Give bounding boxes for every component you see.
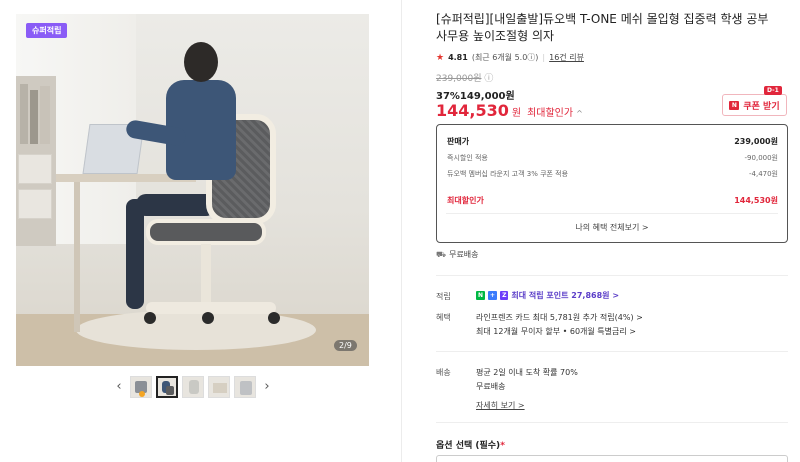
thumbnail[interactable] bbox=[234, 376, 256, 398]
thumbnail-strip: ‹ › bbox=[112, 376, 274, 398]
best-price-unit: 원 bbox=[511, 108, 522, 119]
price-row-sale: 판매가 239,000원 bbox=[447, 136, 778, 147]
price-row-instant-discount: 즉시할인 적용 -90,000원 bbox=[447, 153, 778, 163]
original-price-row: 239,000원 ⓘ bbox=[436, 71, 493, 84]
truck-icon: ⛟ bbox=[436, 249, 447, 259]
naver-n-icon: N bbox=[729, 100, 740, 110]
rating-detail: (최근 6개월 5.0ⓘ) bbox=[471, 53, 539, 62]
thumbnail[interactable] bbox=[182, 376, 204, 398]
price-box-divider bbox=[446, 213, 778, 214]
points-row[interactable]: N + Z 최대 적립 포인트 27,868원 > bbox=[476, 290, 619, 301]
image-person-thigh bbox=[136, 194, 216, 216]
image-chair-wheel bbox=[268, 312, 280, 324]
price-row-value: -90,000원 bbox=[744, 154, 778, 162]
delivery-label: 배송 bbox=[436, 368, 451, 377]
image-person-leg bbox=[126, 199, 144, 309]
discount-price: 37%149,000원 bbox=[436, 91, 515, 102]
image-rug bbox=[76, 310, 316, 350]
coupon-download-button[interactable]: N 쿠폰 받기 bbox=[722, 94, 787, 116]
required-mark: * bbox=[500, 441, 505, 451]
delivery-fee: 무료배송 bbox=[476, 382, 506, 391]
price-row-label: 최대할인가 bbox=[447, 196, 484, 205]
best-price-label: 최대할인가 bbox=[527, 108, 574, 119]
review-link[interactable]: 16건 리뷰 bbox=[549, 52, 584, 63]
installment-benefit-link[interactable]: 최대 12개월 무이자 할부 • 60개월 특별금리 > bbox=[476, 326, 636, 337]
membership-icon: Z bbox=[500, 291, 509, 300]
price-row-label: 듀오백 멤버십 라운지 고객 3% 쿠폰 적용 bbox=[447, 170, 569, 178]
product-title: [슈퍼적립][내일출발]듀오백 T-ONE 메쉬 몰입형 집중력 학생 공부 사… bbox=[436, 12, 769, 43]
price-breakdown-box: 판매가 239,000원 즉시할인 적용 -90,000원 듀오백 멤버십 라운… bbox=[436, 124, 788, 243]
price-row-label: 즉시할인 적용 bbox=[447, 154, 488, 162]
rating-score: 4.81 bbox=[448, 53, 468, 62]
column-divider bbox=[401, 0, 402, 462]
free-shipping-text: 무료배송 bbox=[449, 250, 479, 259]
original-price: 239,000원 bbox=[436, 74, 482, 84]
image-book bbox=[30, 90, 38, 144]
image-chair-wheel bbox=[144, 312, 156, 324]
delivery-details-link[interactable]: 자세히 보기 > bbox=[476, 400, 525, 411]
chevron-up-icon[interactable]: ^ bbox=[576, 109, 583, 118]
card-benefit-link[interactable]: 라인프렌즈 카드 최대 5,781원 추가 적립(4%) > bbox=[476, 312, 643, 323]
best-price-row[interactable]: 144,530 원 최대할인가 ^ bbox=[436, 101, 583, 120]
image-person-head bbox=[184, 42, 218, 82]
dday-badge: D-1 bbox=[764, 86, 782, 95]
image-chair-pole bbox=[201, 244, 211, 304]
price-row-value: 144,530원 bbox=[734, 196, 778, 205]
info-icon[interactable]: ⓘ bbox=[484, 74, 493, 84]
image-desk-leg bbox=[74, 182, 80, 332]
all-benefits-link[interactable]: 나의 혜택 전체보기 > bbox=[437, 222, 787, 233]
image-chair-seat bbox=[146, 219, 266, 245]
option-select-dropdown[interactable] bbox=[436, 455, 788, 462]
section-divider bbox=[436, 275, 788, 276]
thumbnail-active[interactable] bbox=[156, 376, 178, 398]
best-price: 144,530 bbox=[436, 101, 509, 120]
thumbnail[interactable] bbox=[130, 376, 152, 398]
image-storage-box bbox=[18, 189, 52, 219]
product-main-image[interactable] bbox=[16, 14, 369, 366]
price-row-label: 판매가 bbox=[447, 137, 470, 146]
delivery-estimate: 평균 2일 이내 도착 확률 70% bbox=[476, 368, 578, 377]
option-title-text: 옵션 선택 (필수) bbox=[436, 441, 501, 451]
coupon-button-label: 쿠폰 받기 bbox=[743, 101, 780, 112]
price-row-coupon: 듀오백 멤버십 라운지 고객 3% 쿠폰 적용 -4,470원 bbox=[447, 169, 778, 179]
max-points-text: 최대 적립 포인트 27,868원 > bbox=[511, 291, 620, 300]
free-shipping-summary: ⛟ 무료배송 bbox=[436, 249, 479, 260]
image-book bbox=[40, 86, 50, 144]
benefit-label: 혜택 bbox=[436, 313, 451, 322]
thumbnail[interactable] bbox=[208, 376, 230, 398]
thumb-next-arrow[interactable]: › bbox=[260, 377, 274, 397]
image-storage-box bbox=[18, 154, 52, 184]
rating-separator: | bbox=[542, 53, 546, 62]
image-chair-wheel bbox=[202, 312, 214, 324]
naver-plus-icon: + bbox=[488, 291, 498, 300]
thumb-prev-arrow[interactable]: ‹ bbox=[112, 377, 126, 397]
price-row-value: -4,470원 bbox=[748, 170, 778, 178]
points-label: 적립 bbox=[436, 292, 451, 301]
price-row-best: 최대할인가 144,530원 bbox=[447, 195, 778, 206]
option-select-title: 옵션 선택 (필수)* bbox=[436, 438, 505, 451]
naver-pay-icon: N bbox=[476, 291, 486, 300]
rating-row: ★ 4.81 (최근 6개월 5.0ⓘ) | 16건 리뷰 bbox=[436, 52, 584, 63]
image-book bbox=[20, 84, 28, 144]
image-counter: 2/9 bbox=[334, 340, 357, 351]
section-divider bbox=[436, 351, 788, 352]
super-point-badge: 슈퍼적립 bbox=[26, 23, 68, 38]
section-divider bbox=[436, 422, 788, 423]
star-icon: ★ bbox=[436, 52, 445, 63]
price-row-value: 239,000원 bbox=[734, 137, 778, 146]
